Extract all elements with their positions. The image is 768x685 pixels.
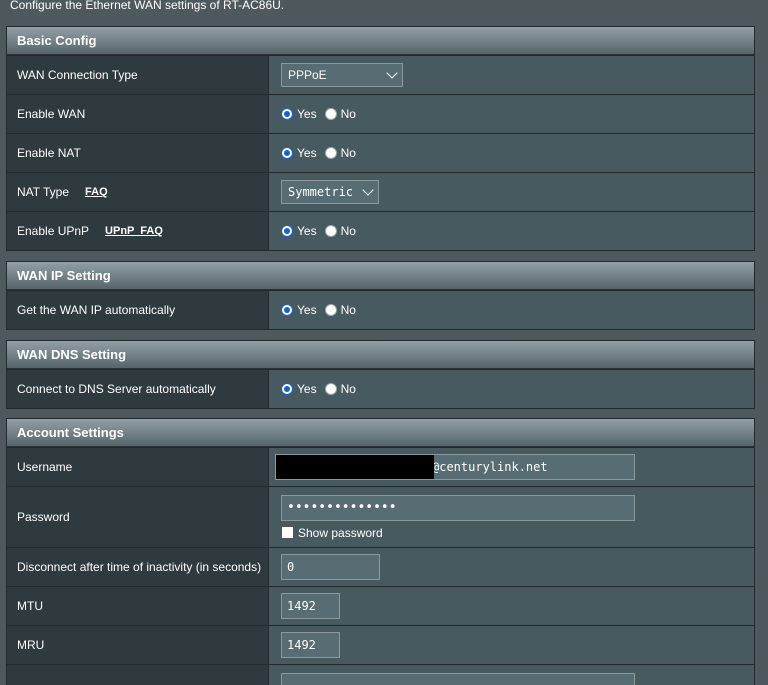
disconnect-row: Disconnect after time of inactivity (in … <box>7 547 754 586</box>
mru-label: MRU <box>7 626 269 664</box>
account-section: Account Settings Username @centurylink.n… <box>6 418 755 685</box>
radio-selected-icon <box>281 383 293 395</box>
checkbox-icon <box>281 526 294 539</box>
username-label: Username <box>7 448 269 486</box>
password-input[interactable]: •••••••••••••• <box>281 494 635 521</box>
mru-input[interactable]: 1492 <box>281 632 340 658</box>
next-row-label-cell <box>7 665 269 685</box>
radio-selected-icon <box>281 225 293 237</box>
enable-upnp-no-radio[interactable]: No <box>324 224 356 238</box>
radio-yes-label: Yes <box>297 303 317 317</box>
username-input[interactable]: @centurylink.net <box>275 454 635 480</box>
radio-yes-label: Yes <box>297 146 317 160</box>
wan-type-label: WAN Connection Type <box>7 56 269 94</box>
enable-wan-row: Enable WAN Yes No <box>7 94 754 133</box>
nat-type-select[interactable]: Symmetric <box>281 180 379 204</box>
page-intro: Configure the Ethernet WAN settings of R… <box>10 0 285 12</box>
show-password-label: Show password <box>298 525 383 540</box>
disconnect-label: Disconnect after time of inactivity (in … <box>7 548 269 586</box>
nat-type-row: NAT Type FAQ Symmetric <box>7 172 754 211</box>
radio-selected-icon <box>281 304 293 316</box>
username-value: @centurylink.net <box>432 460 548 474</box>
chevron-down-icon <box>386 67 398 79</box>
radio-empty-icon <box>324 383 337 395</box>
password-label: Password <box>7 487 269 547</box>
radio-selected-icon <box>281 108 293 120</box>
password-row: Password •••••••••••••• Show password <box>7 486 754 547</box>
show-password-checkbox[interactable]: Show password <box>281 526 383 540</box>
enable-wan-label: Enable WAN <box>7 95 269 133</box>
radio-yes-label: Yes <box>297 382 317 396</box>
wan-dns-section: WAN DNS Setting Connect to DNS Server au… <box>6 340 755 409</box>
basic-config-title: Basic Config <box>7 27 754 55</box>
redaction-block <box>276 455 434 479</box>
mtu-label: MTU <box>7 587 269 625</box>
radio-no-label: No <box>340 303 356 317</box>
radio-empty-icon <box>324 108 337 120</box>
wan-ip-section: WAN IP Setting Get the WAN IP automatica… <box>6 261 755 330</box>
radio-no-label: No <box>340 146 356 160</box>
dns-auto-no-radio[interactable]: No <box>324 382 356 396</box>
disconnect-input[interactable]: 0 <box>281 554 380 580</box>
enable-wan-no-radio[interactable]: No <box>324 107 356 121</box>
next-row-partial <box>7 664 754 685</box>
wan-ip-auto-no-radio[interactable]: No <box>324 303 356 317</box>
next-row-input[interactable] <box>281 673 635 685</box>
enable-upnp-label: Enable UPnP <box>17 224 90 238</box>
account-title: Account Settings <box>7 419 754 447</box>
mru-row: MRU 1492 <box>7 625 754 664</box>
radio-yes-label: Yes <box>297 224 317 238</box>
radio-no-label: No <box>340 382 356 396</box>
enable-nat-yes-radio[interactable]: Yes <box>281 146 317 160</box>
enable-nat-label: Enable NAT <box>7 134 269 172</box>
username-row: Username @centurylink.net <box>7 447 754 486</box>
wan-type-value: PPPoE <box>288 68 327 82</box>
dns-auto-yes-radio[interactable]: Yes <box>281 382 317 396</box>
nat-type-value: Symmetric <box>288 185 354 199</box>
mtu-row: MTU 1492 <box>7 586 754 625</box>
wan-ip-auto-row: Get the WAN IP automatically Yes No <box>7 290 754 329</box>
radio-empty-icon <box>324 304 337 316</box>
mtu-input[interactable]: 1492 <box>281 593 340 619</box>
dns-auto-label: Connect to DNS Server automatically <box>7 370 269 408</box>
wan-ip-title: WAN IP Setting <box>7 262 754 290</box>
nat-type-label: NAT Type <box>17 185 70 199</box>
radio-yes-label: Yes <box>297 107 317 121</box>
dns-auto-row: Connect to DNS Server automatically Yes … <box>7 369 754 408</box>
wan-ip-auto-yes-radio[interactable]: Yes <box>281 303 317 317</box>
wan-ip-auto-label: Get the WAN IP automatically <box>7 291 269 329</box>
nat-type-label-cell: NAT Type FAQ <box>7 173 269 211</box>
enable-upnp-yes-radio[interactable]: Yes <box>281 224 317 238</box>
wan-dns-title: WAN DNS Setting <box>7 341 754 369</box>
nat-faq-link[interactable]: FAQ <box>85 186 108 198</box>
radio-no-label: No <box>340 224 356 238</box>
wan-type-select[interactable]: PPPoE <box>281 63 403 87</box>
enable-wan-yes-radio[interactable]: Yes <box>281 107 317 121</box>
radio-empty-icon <box>324 147 337 159</box>
enable-upnp-row: Enable UPnP UPnP FAQ Yes No <box>7 211 754 250</box>
chevron-down-icon <box>362 184 374 196</box>
radio-selected-icon <box>281 147 293 159</box>
upnp-faq-link[interactable]: UPnP FAQ <box>105 225 163 237</box>
enable-nat-no-radio[interactable]: No <box>324 146 356 160</box>
radio-empty-icon <box>324 225 337 237</box>
enable-upnp-label-cell: Enable UPnP UPnP FAQ <box>7 212 269 250</box>
wan-type-row: WAN Connection Type PPPoE <box>7 55 754 94</box>
basic-config-section: Basic Config WAN Connection Type PPPoE E… <box>6 26 755 251</box>
enable-nat-row: Enable NAT Yes No <box>7 133 754 172</box>
radio-no-label: No <box>340 107 356 121</box>
